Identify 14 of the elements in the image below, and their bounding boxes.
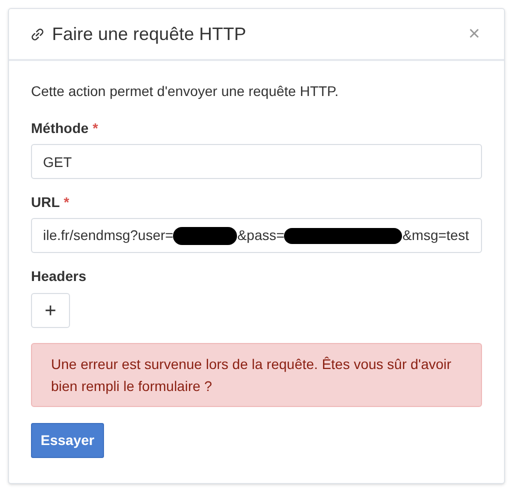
required-mark: *: [64, 193, 70, 212]
submit-button[interactable]: Essayer: [31, 423, 104, 458]
field-label: URL: [31, 193, 60, 212]
description-text: Cette action permet d'envoyer une requête HTTP.: [31, 82, 340, 101]
required-mark: *: [92, 119, 98, 138]
link-icon: [31, 28, 44, 40]
dialog-title: Faire une requête HTTP: [52, 22, 246, 46]
url-field[interactable]: ile.fr/sendmsg?user= &pass= &msg=test: [31, 218, 482, 253]
error-alert: Une erreur est survenue lors de la requête. Êtes vous sûr d'avoir bien rempli le formulaire ?: [31, 343, 482, 407]
method-field[interactable]: GET: [31, 144, 482, 179]
headers-label: Headers: [31, 267, 88, 286]
redaction-mark: [173, 226, 238, 244]
field-label: Méthode: [31, 119, 89, 138]
add-header-button[interactable]: +: [31, 293, 70, 328]
